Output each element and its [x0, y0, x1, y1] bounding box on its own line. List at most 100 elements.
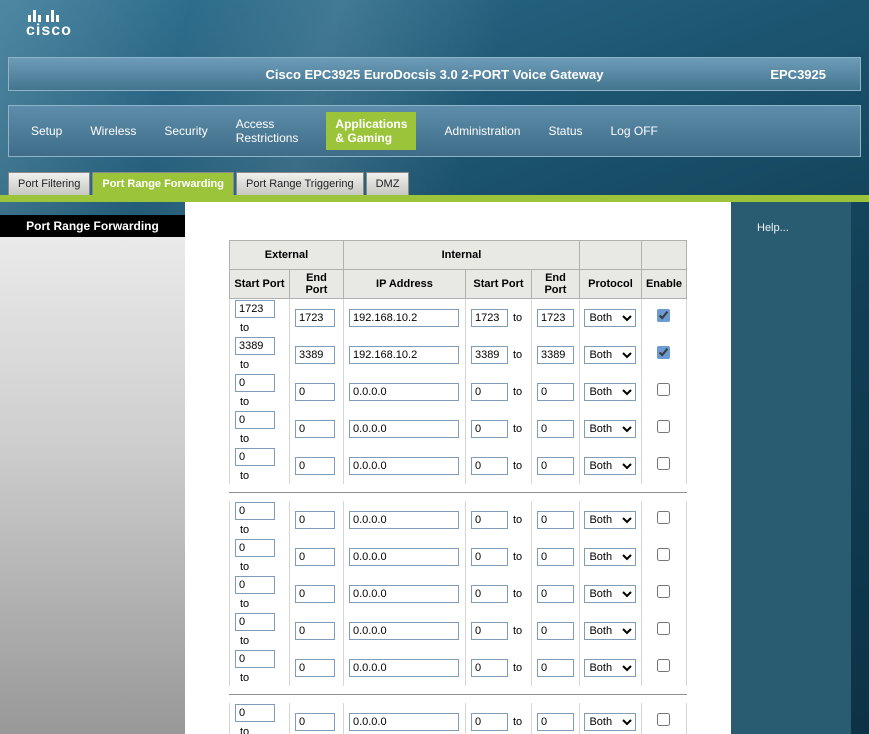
internal-end-port-input[interactable] [536, 713, 574, 731]
protocol-select[interactable]: Both [584, 622, 637, 640]
protocol-select[interactable]: Both [584, 457, 637, 475]
internal-start-port-input[interactable] [470, 511, 508, 529]
nav-item-applications-gaming[interactable]: Applications & Gaming [326, 112, 417, 150]
internal-end-port-input[interactable] [536, 457, 574, 475]
enable-checkbox[interactable] [657, 419, 671, 433]
external-start-port-input[interactable] [234, 650, 275, 668]
ip-address-input[interactable] [348, 309, 459, 327]
internal-start-port-input[interactable] [470, 659, 508, 677]
external-end-port-input[interactable] [294, 548, 335, 566]
external-end-port-input[interactable] [294, 346, 335, 364]
protocol-select[interactable]: Both [584, 346, 637, 364]
ip-address-input[interactable] [348, 548, 459, 566]
external-start-port-input[interactable] [234, 300, 275, 318]
protocol-select[interactable]: Both [584, 383, 637, 401]
enable-checkbox[interactable] [657, 382, 671, 396]
nav-item-access-restrictions[interactable]: Access Restrictions [236, 117, 299, 145]
forwarding-row-1: to to Both [228, 298, 688, 336]
protocol-select[interactable]: Both [584, 420, 637, 438]
nav-item-administration[interactable]: Administration [444, 124, 520, 138]
tab-port-range-triggering[interactable]: Port Range Triggering [235, 172, 364, 195]
ip-address-input[interactable] [348, 383, 459, 401]
top-banner: cisco [0, 0, 869, 57]
external-end-port-input[interactable] [294, 383, 335, 401]
ip-address-input[interactable] [348, 585, 459, 603]
internal-end-port-input[interactable] [536, 511, 574, 529]
enable-checkbox[interactable] [657, 308, 671, 322]
help-link[interactable]: Help... [757, 222, 789, 234]
tab-dmz[interactable]: DMZ [365, 172, 410, 195]
protocol-select[interactable]: Both [584, 548, 637, 566]
enable-checkbox[interactable] [657, 345, 671, 359]
ip-address-input[interactable] [348, 511, 459, 529]
enable-checkbox[interactable] [657, 547, 671, 561]
external-end-port-input[interactable] [294, 309, 335, 327]
ip-address-input[interactable] [348, 457, 459, 475]
protocol-select[interactable]: Both [584, 585, 637, 603]
tab-port-range-forwarding[interactable]: Port Range Forwarding [92, 172, 234, 195]
to-label: to [239, 635, 250, 647]
group-separator [229, 484, 687, 501]
internal-end-port-input[interactable] [536, 383, 574, 401]
enable-checkbox[interactable] [657, 621, 671, 635]
protocol-select[interactable]: Both [584, 659, 637, 677]
tab-port-filtering[interactable]: Port Filtering [8, 172, 91, 195]
internal-start-port-input[interactable] [470, 713, 508, 731]
internal-end-port-input[interactable] [536, 346, 574, 364]
external-start-port-input[interactable] [234, 502, 275, 520]
external-end-port-input[interactable] [294, 457, 335, 475]
column-header-ip-address: IP Address [342, 269, 466, 299]
external-start-port-input[interactable] [234, 704, 275, 722]
external-end-port-input[interactable] [294, 511, 335, 529]
nav-item-wireless[interactable]: Wireless [90, 124, 136, 138]
ip-address-input[interactable] [348, 659, 459, 677]
enable-checkbox[interactable] [657, 584, 671, 598]
external-end-port-input[interactable] [294, 713, 335, 731]
nav-item-security[interactable]: Security [164, 124, 207, 138]
external-start-port-input[interactable] [234, 539, 275, 557]
main-panel: External Internal Start Port End Port IP… [185, 202, 731, 734]
sidebar-body [0, 237, 185, 734]
ip-address-input[interactable] [348, 420, 459, 438]
internal-end-port-input[interactable] [536, 548, 574, 566]
external-start-port-input[interactable] [234, 448, 275, 466]
column-header-external-end-port: End Port [288, 269, 344, 299]
enable-checkbox[interactable] [657, 456, 671, 470]
external-start-port-input[interactable] [234, 411, 275, 429]
internal-start-port-input[interactable] [470, 383, 508, 401]
ip-address-input[interactable] [348, 622, 459, 640]
to-label: to [512, 551, 523, 563]
external-end-port-input[interactable] [294, 622, 335, 640]
to-label: to [239, 726, 250, 734]
ip-address-input[interactable] [348, 713, 459, 731]
internal-start-port-input[interactable] [470, 346, 508, 364]
internal-end-port-input[interactable] [536, 622, 574, 640]
external-end-port-input[interactable] [294, 420, 335, 438]
internal-end-port-input[interactable] [536, 659, 574, 677]
internal-start-port-input[interactable] [470, 457, 508, 475]
external-end-port-input[interactable] [294, 659, 335, 677]
external-end-port-input[interactable] [294, 585, 335, 603]
external-start-port-input[interactable] [234, 613, 275, 631]
internal-start-port-input[interactable] [470, 548, 508, 566]
protocol-select[interactable]: Both [584, 309, 637, 327]
internal-end-port-input[interactable] [536, 309, 574, 327]
enable-checkbox[interactable] [657, 712, 671, 726]
external-start-port-input[interactable] [234, 576, 275, 594]
internal-end-port-input[interactable] [536, 585, 574, 603]
internal-start-port-input[interactable] [470, 309, 508, 327]
ip-address-input[interactable] [348, 346, 459, 364]
protocol-select[interactable]: Both [584, 713, 637, 731]
protocol-select[interactable]: Both [584, 511, 637, 529]
internal-end-port-input[interactable] [536, 420, 574, 438]
nav-item-status[interactable]: Status [548, 124, 582, 138]
enable-checkbox[interactable] [657, 510, 671, 524]
enable-checkbox[interactable] [657, 658, 671, 672]
external-start-port-input[interactable] [234, 374, 275, 392]
nav-item-setup[interactable]: Setup [31, 124, 62, 138]
internal-start-port-input[interactable] [470, 420, 508, 438]
internal-start-port-input[interactable] [470, 585, 508, 603]
external-start-port-input[interactable] [234, 337, 275, 355]
nav-item-log-off[interactable]: Log OFF [611, 124, 658, 138]
internal-start-port-input[interactable] [470, 622, 508, 640]
